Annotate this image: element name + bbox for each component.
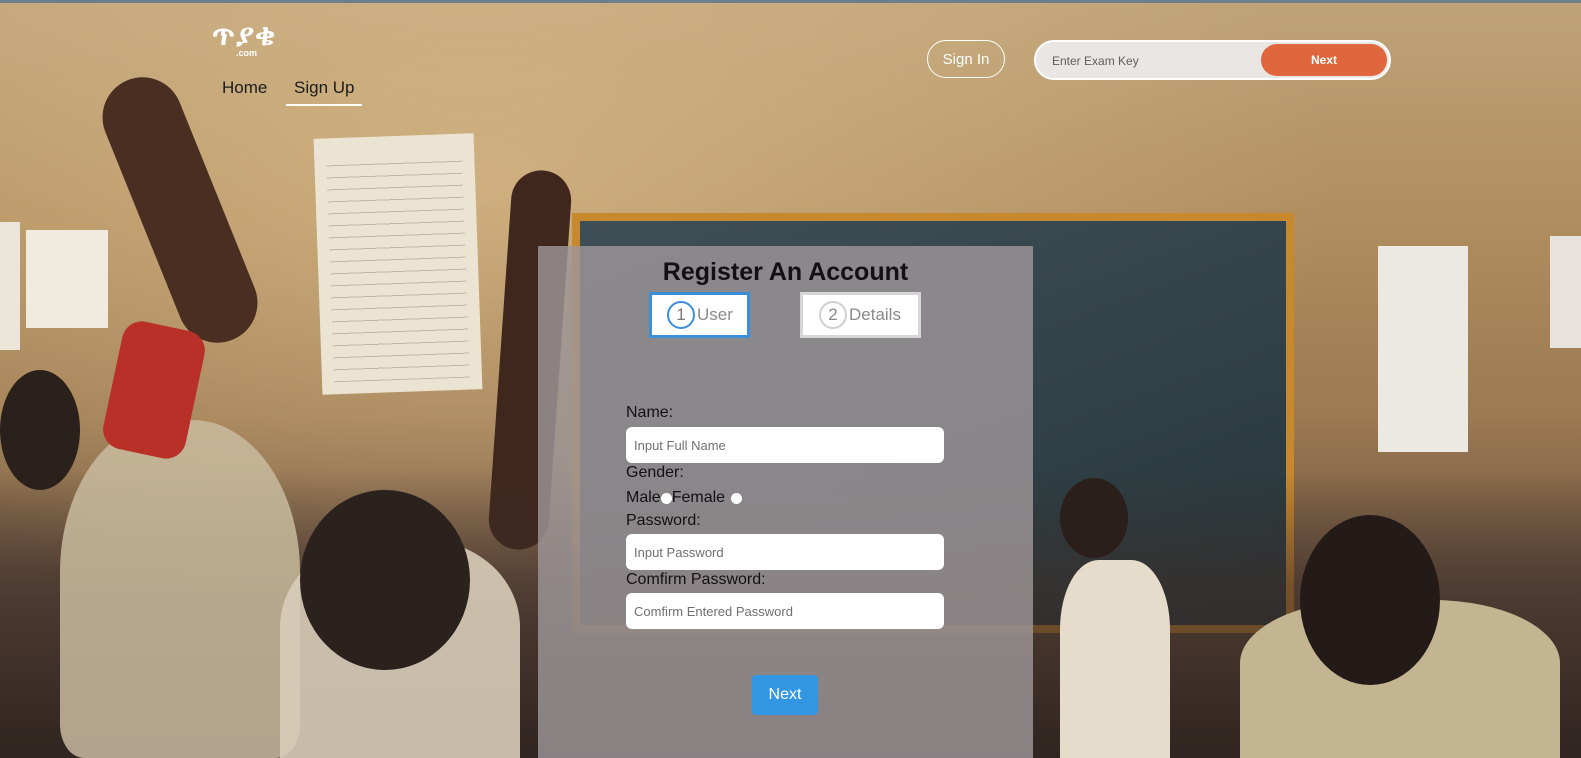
exam-key-input[interactable] (1050, 48, 1254, 74)
confirm-password-label: Comfirm Password: (626, 571, 766, 588)
background-paper-edge (1550, 236, 1581, 348)
gender-male-label: Male (626, 489, 661, 506)
window-top-edge (0, 0, 1581, 3)
page: ጥያቄ .com Home Sign Up Sign In Next Regis… (0, 0, 1581, 758)
background-student (60, 420, 300, 758)
confirm-password-input[interactable] (626, 593, 944, 629)
exam-key-bar: Next (1034, 40, 1391, 80)
register-title: Register An Account (662, 258, 909, 286)
register-card: Register An Account 1 User 2 Details Nam… (538, 246, 1033, 758)
gender-female-label: Female (671, 489, 726, 506)
background-poster-lines (326, 157, 470, 383)
step-label: Details (849, 305, 901, 324)
step-tab-user[interactable]: 1 User (649, 292, 750, 338)
background-student-head (0, 370, 80, 490)
name-label: Name: (626, 404, 674, 421)
step-tab-details[interactable]: 2 Details (800, 292, 921, 338)
sign-in-button[interactable]: Sign In (927, 40, 1005, 78)
password-input[interactable] (626, 534, 944, 570)
background-paper (1378, 246, 1468, 452)
background-student-head (1300, 515, 1440, 685)
nav-item-sign-up[interactable]: Sign Up (286, 76, 363, 106)
exam-next-button[interactable]: Next (1261, 44, 1387, 76)
nav-item-home[interactable]: Home (222, 76, 286, 106)
name-input[interactable] (626, 427, 944, 463)
background-note-edge (0, 222, 20, 350)
password-label: Password: (626, 512, 701, 529)
background-note (26, 230, 108, 328)
step-number: 2 (819, 301, 847, 329)
main-nav: Home Sign Up (222, 76, 363, 106)
step-label: User (697, 305, 733, 324)
background-student-head (1060, 478, 1128, 558)
gender-female-radio[interactable] (731, 492, 743, 504)
step-number: 1 (667, 301, 695, 329)
next-step-button[interactable]: Next (752, 675, 818, 715)
site-logo[interactable]: ጥያቄ .com (212, 21, 312, 60)
logo-suffix: .com (236, 48, 258, 58)
background-student (1060, 560, 1170, 758)
gender-options: Male Female (626, 488, 743, 508)
gender-male-radio[interactable] (660, 492, 672, 504)
background-raised-arm (90, 65, 270, 355)
background-student-head (300, 490, 470, 670)
gender-label: Gender: (626, 464, 684, 481)
